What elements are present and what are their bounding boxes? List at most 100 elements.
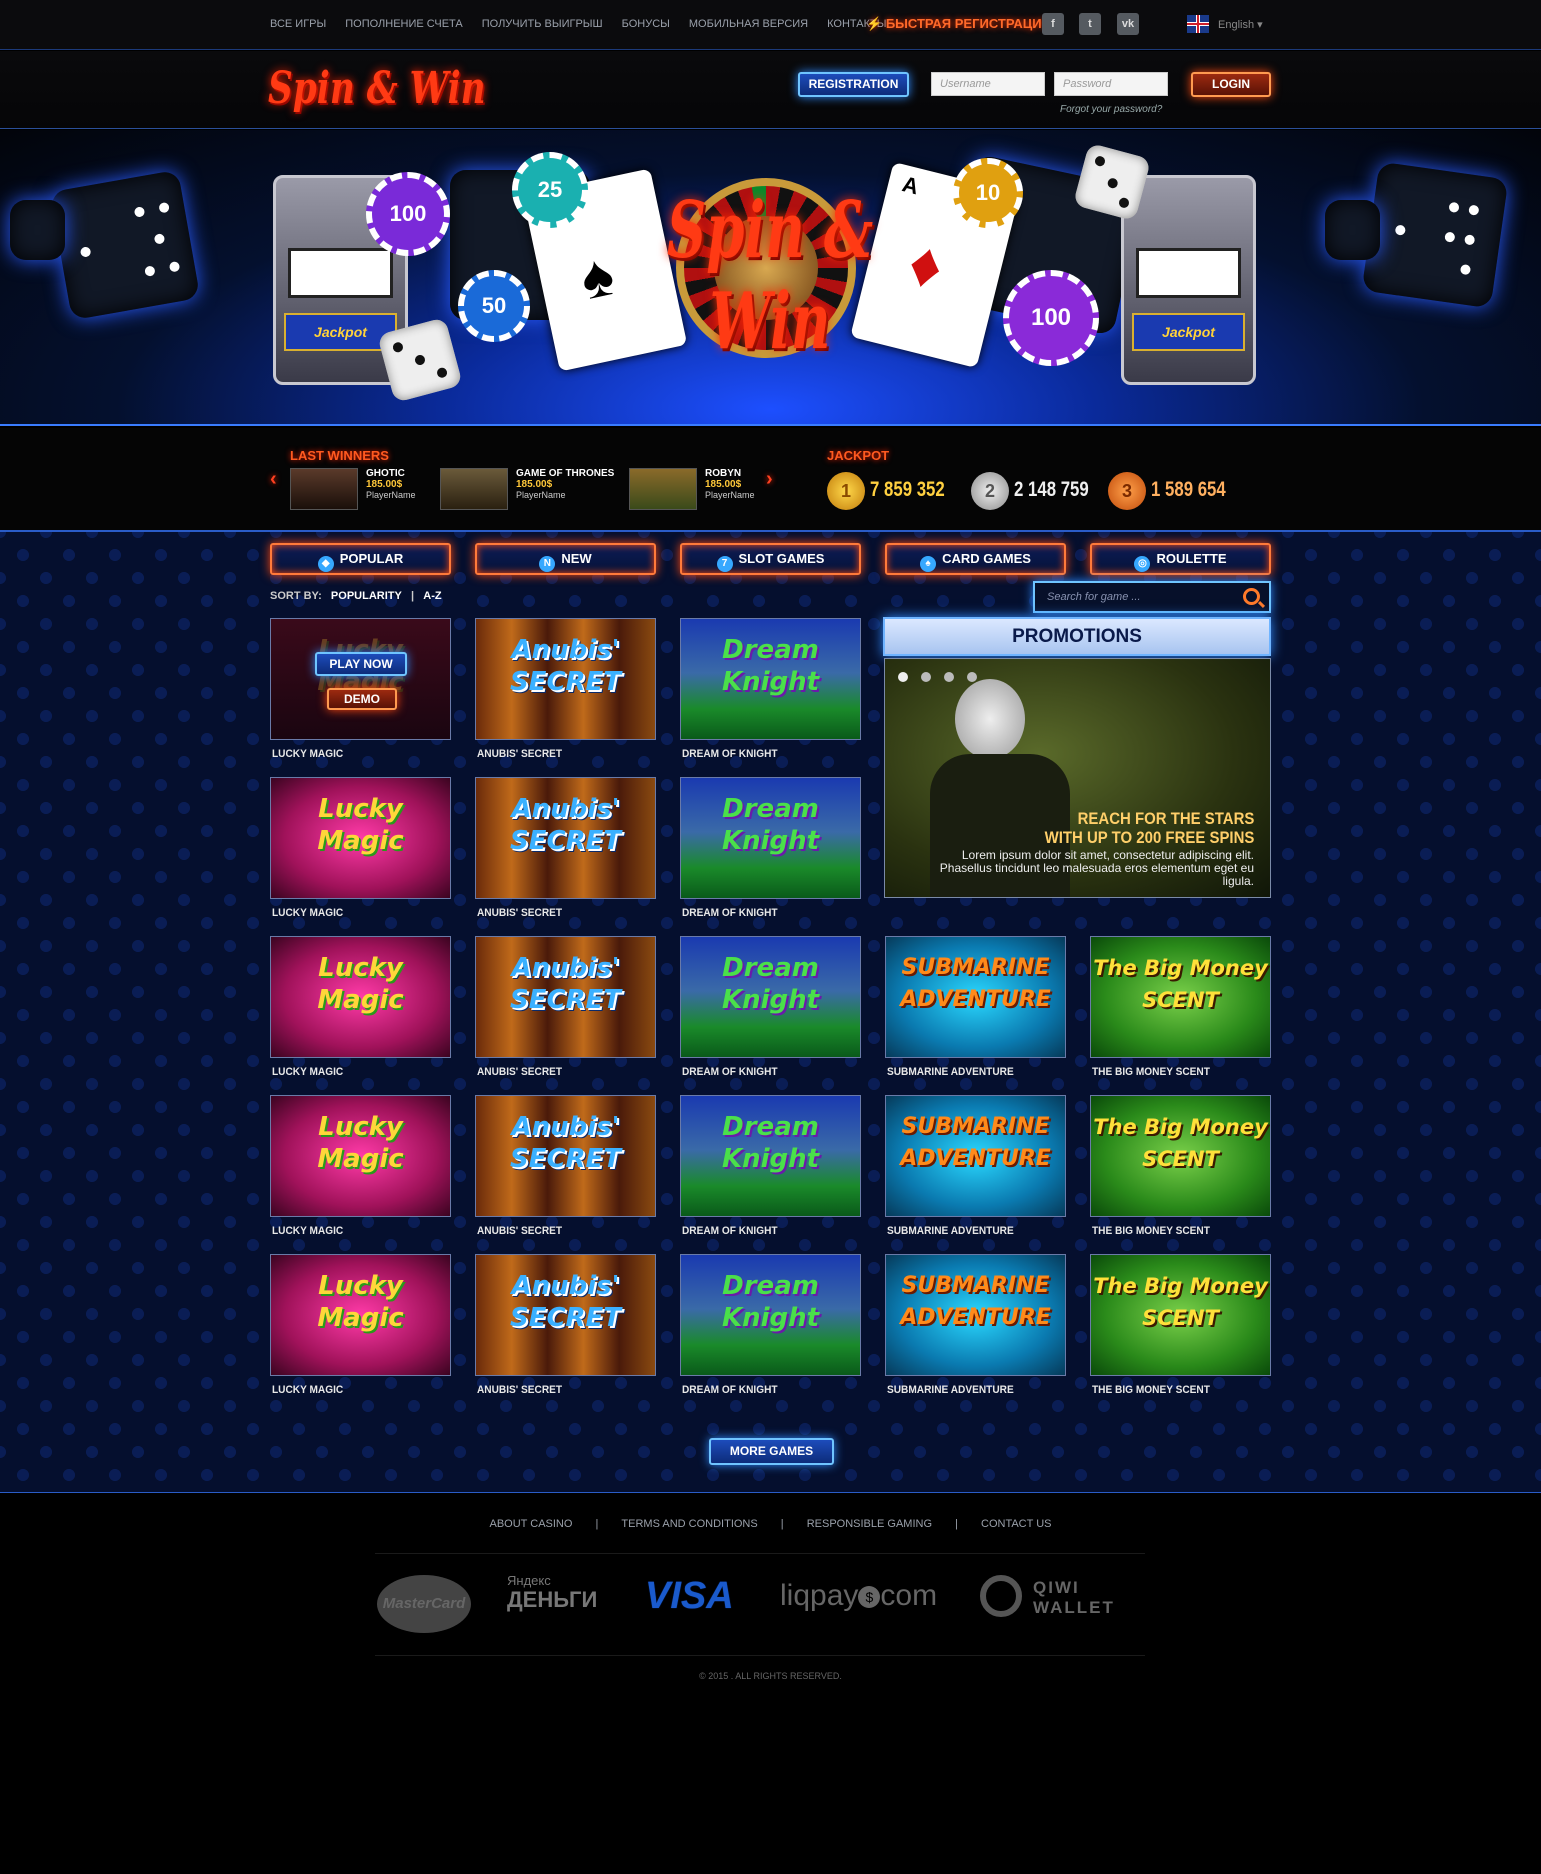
game-tile-lucky[interactable]: Lucky Magic PLAY NOW DEMO bbox=[270, 618, 451, 740]
chip-100b-icon: 100 bbox=[1003, 270, 1099, 366]
footer-responsible[interactable]: RESPONSIBLE GAMING bbox=[807, 1518, 932, 1530]
winner-thumb bbox=[440, 468, 508, 510]
password-input[interactable]: Password bbox=[1054, 72, 1168, 96]
search-icon[interactable] bbox=[1243, 588, 1260, 605]
category-roulette[interactable]: ◎ ROULETTE bbox=[1090, 543, 1271, 575]
diamond-icon: ◆ bbox=[317, 556, 334, 572]
game-name[interactable]: DREAM OF KNIGHT bbox=[682, 1225, 778, 1237]
carousel-dot[interactable] bbox=[944, 672, 954, 682]
winner-player: PlayerName bbox=[516, 490, 566, 500]
game-name[interactable]: ANUBIS' SECRET bbox=[477, 748, 562, 760]
game-name[interactable]: LUCKY MAGIC bbox=[272, 1225, 343, 1237]
category-new[interactable]: N NEW bbox=[475, 543, 656, 575]
carousel-dot[interactable] bbox=[967, 672, 977, 682]
category-card-games[interactable]: ♠ CARD GAMES bbox=[885, 543, 1066, 575]
game-tile-anubis[interactable]: Anubis' SECRET bbox=[475, 777, 656, 899]
promotions-banner[interactable]: REACH FOR THE STARS WITH UP TO 200 FREE … bbox=[884, 658, 1271, 898]
winner-item[interactable]: GHOTIC 185.00$ PlayerName bbox=[290, 468, 416, 510]
game-logo-title: Anubis' bbox=[511, 635, 620, 665]
game-name[interactable]: DREAM OF KNIGHT bbox=[682, 1384, 778, 1396]
game-tile-anubis[interactable]: Anubis' SECRET bbox=[475, 936, 656, 1058]
qiwi-wallet-label: WALLET bbox=[1033, 1598, 1115, 1617]
game-tile-anubis[interactable]: Anubis' SECRET bbox=[475, 1095, 656, 1217]
logo[interactable]: Spin & Win bbox=[268, 63, 486, 114]
vk-icon[interactable]: vk bbox=[1117, 13, 1139, 35]
game-name[interactable]: DREAM OF KNIGHT bbox=[682, 907, 778, 919]
game-tile-sub[interactable]: SUBMARINE ADVENTURE bbox=[885, 936, 1066, 1058]
carousel-dot[interactable] bbox=[898, 672, 908, 682]
sort-az[interactable]: A-Z bbox=[423, 590, 441, 602]
game-name[interactable]: THE BIG MONEY SCENT bbox=[1092, 1066, 1210, 1078]
game-name[interactable]: SUBMARINE ADVENTURE bbox=[887, 1225, 1014, 1237]
facebook-icon[interactable]: f bbox=[1042, 13, 1064, 35]
game-tile-sub[interactable]: SUBMARINE ADVENTURE bbox=[885, 1254, 1066, 1376]
game-name[interactable]: LUCKY MAGIC bbox=[272, 748, 343, 760]
game-tile-lucky[interactable]: Lucky Magic bbox=[270, 1254, 451, 1376]
username-input[interactable]: Username bbox=[931, 72, 1045, 96]
category-slot-games[interactable]: 7 SLOT GAMES bbox=[680, 543, 861, 575]
top-nav-withdraw[interactable]: ПОЛУЧИТЬ ВЫИГРЫШ bbox=[482, 18, 603, 30]
winner-item[interactable]: ROBYN 185.00$ PlayerName bbox=[629, 468, 755, 510]
footer-contact[interactable]: CONTACT US bbox=[981, 1518, 1052, 1530]
game-tile-knight[interactable]: Dream Knight bbox=[680, 1254, 861, 1376]
game-tile-knight[interactable]: Dream Knight bbox=[680, 936, 861, 1058]
game-name[interactable]: SUBMARINE ADVENTURE bbox=[887, 1066, 1014, 1078]
game-name[interactable]: ANUBIS' SECRET bbox=[477, 1066, 562, 1078]
game-name[interactable]: ANUBIS' SECRET bbox=[477, 1384, 562, 1396]
game-name[interactable]: DREAM OF KNIGHT bbox=[682, 748, 778, 760]
game-tile-anubis[interactable]: Anubis' SECRET bbox=[475, 618, 656, 740]
top-nav-all-games[interactable]: ВСЕ ИГРЫ bbox=[270, 18, 326, 30]
footer-about[interactable]: ABOUT CASINO bbox=[490, 1518, 573, 1530]
sort-popularity[interactable]: POPULARITY bbox=[331, 590, 402, 602]
game-name[interactable]: LUCKY MAGIC bbox=[272, 1066, 343, 1078]
game-tile-money[interactable]: The Big Money SCENT bbox=[1090, 1095, 1271, 1217]
game-tile-knight[interactable]: Dream Knight bbox=[680, 1095, 861, 1217]
category-popular[interactable]: ◆ POPULAR bbox=[270, 543, 451, 575]
more-games-button[interactable]: MORE GAMES bbox=[709, 1438, 834, 1465]
game-tile-sub[interactable]: SUBMARINE ADVENTURE bbox=[885, 1095, 1066, 1217]
footer-divider bbox=[375, 1655, 1145, 1656]
game-tile-lucky[interactable]: Lucky Magic bbox=[270, 1095, 451, 1217]
game-name[interactable]: LUCKY MAGIC bbox=[272, 907, 343, 919]
forgot-password-link[interactable]: Forgot your password? bbox=[1060, 104, 1162, 115]
game-tile-knight[interactable]: Dream Knight bbox=[680, 618, 861, 740]
game-logo-subtitle: SCENT bbox=[1142, 1306, 1219, 1330]
game-name[interactable]: THE BIG MONEY SCENT bbox=[1092, 1384, 1210, 1396]
uk-flag-icon[interactable] bbox=[1187, 15, 1209, 33]
winners-next-arrow-icon[interactable]: › bbox=[766, 468, 773, 491]
winners-prev-arrow-icon[interactable]: ‹ bbox=[270, 468, 277, 491]
registration-button[interactable]: REGISTRATION bbox=[798, 72, 909, 97]
game-logo-title: Anubis' bbox=[511, 1271, 620, 1301]
game-tile-money[interactable]: The Big Money SCENT bbox=[1090, 936, 1271, 1058]
game-tile-lucky[interactable]: Lucky Magic bbox=[270, 936, 451, 1058]
dice-small-left-icon bbox=[10, 200, 65, 260]
game-tile-anubis[interactable]: Anubis' SECRET bbox=[475, 1254, 656, 1376]
fast-registration-link[interactable]: ⚡ БЫСТРАЯ РЕГИСТРАЦИЯ bbox=[866, 16, 1051, 32]
demo-button[interactable]: DEMO bbox=[327, 688, 397, 710]
twitter-icon[interactable]: t bbox=[1079, 13, 1101, 35]
top-nav-mobile[interactable]: МОБИЛЬНАЯ ВЕРСИЯ bbox=[689, 18, 808, 30]
carousel-dot[interactable] bbox=[921, 672, 931, 682]
language-select[interactable]: English ▾ bbox=[1218, 18, 1263, 31]
sort-label: SORT BY: bbox=[270, 590, 322, 602]
game-name[interactable]: SUBMARINE ADVENTURE bbox=[887, 1384, 1014, 1396]
game-name[interactable]: THE BIG MONEY SCENT bbox=[1092, 1225, 1210, 1237]
dice-right-icon bbox=[1361, 161, 1509, 309]
search-input[interactable]: Search for game ... bbox=[1033, 581, 1271, 613]
play-now-button[interactable]: PLAY NOW bbox=[315, 652, 407, 676]
login-button[interactable]: LOGIN bbox=[1191, 72, 1271, 97]
slot-jackpot-label: Jackpot bbox=[1132, 313, 1245, 351]
game-tile-knight[interactable]: Dream Knight bbox=[680, 777, 861, 899]
top-nav-deposit[interactable]: ПОПОЛНЕНИЕ СЧЕТА bbox=[345, 18, 462, 30]
jackpot-value-1: 7 859 352 bbox=[870, 478, 945, 501]
winner-item[interactable]: GAME OF THRONES 185.00$ PlayerName bbox=[440, 468, 614, 510]
top-nav-bonuses[interactable]: БОНУСЫ bbox=[622, 18, 670, 30]
footer-terms[interactable]: TERMS AND CONDITIONS bbox=[621, 1518, 757, 1530]
game-name[interactable]: ANUBIS' SECRET bbox=[477, 1225, 562, 1237]
game-tile-lucky[interactable]: Lucky Magic bbox=[270, 777, 451, 899]
game-tile-money[interactable]: The Big Money SCENT bbox=[1090, 1254, 1271, 1376]
game-name[interactable]: LUCKY MAGIC bbox=[272, 1384, 343, 1396]
sort-bar: SORT BY: POPULARITY | A-Z bbox=[270, 590, 442, 602]
game-name[interactable]: ANUBIS' SECRET bbox=[477, 907, 562, 919]
game-name[interactable]: DREAM OF KNIGHT bbox=[682, 1066, 778, 1078]
